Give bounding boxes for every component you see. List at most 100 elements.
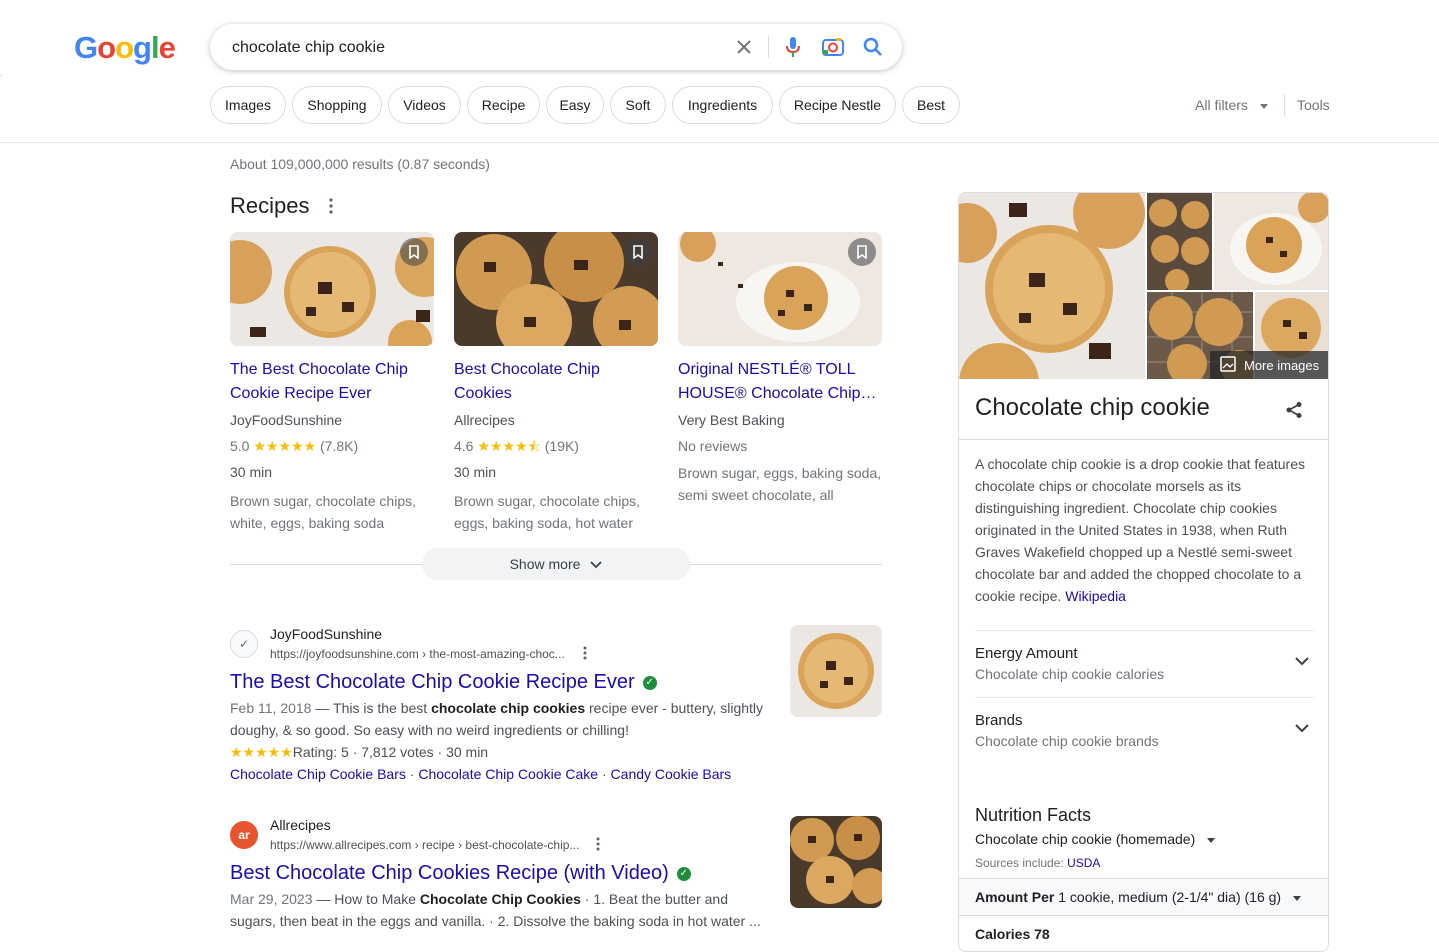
bookmark-icon[interactable] (624, 238, 652, 266)
chip-soft[interactable]: Soft (610, 86, 666, 124)
show-more-button[interactable]: Show more (422, 548, 690, 580)
result-options-icon[interactable] (582, 645, 588, 664)
search-input[interactable] (230, 24, 714, 72)
search-icon[interactable] (861, 35, 885, 59)
chip-easy[interactable]: Easy (546, 86, 604, 124)
result-snippet: Feb 11, 2018 — This is the best chocolat… (230, 697, 770, 741)
collage-image[interactable] (1147, 193, 1212, 290)
recipe-no-reviews: No reviews (678, 438, 748, 454)
collage-image[interactable] (1214, 193, 1328, 290)
collage-image[interactable] (959, 193, 1145, 379)
sitelink[interactable]: Candy Cookie Bars (611, 766, 732, 782)
chevron-down-icon[interactable] (1295, 720, 1309, 738)
recipe-source: JoyFoodSunshine (230, 412, 343, 428)
all-filters-button[interactable]: All filters (1195, 97, 1268, 113)
camera-lens-icon[interactable] (821, 35, 845, 59)
site-favicon-icon: ✓ (230, 630, 258, 658)
nutrition-item-select[interactable]: Chocolate chip cookie (homemade) (975, 831, 1216, 847)
chip-shopping[interactable]: Shopping (292, 86, 382, 124)
chevron-down-icon[interactable] (1295, 653, 1309, 671)
star-icons: ★★★★⯪ (477, 438, 541, 454)
snippet-text: — This is the best (311, 700, 432, 716)
logo-letter: o (97, 30, 116, 65)
recipes-heading: Recipes (230, 193, 310, 218)
result-date: Feb 11, 2018 (230, 700, 312, 716)
sitelinks: Chocolate Chip Cookie Bars · Chocolate C… (230, 766, 731, 782)
share-icon[interactable] (1285, 401, 1303, 424)
site-name[interactable]: JoyFoodSunshine (270, 626, 382, 642)
recipe-card[interactable]: Original NESTLÉ® TOLL HOUSE® Chocolate C… (678, 232, 882, 506)
site-url[interactable]: https://www.allrecipes.com › recipe › be… (270, 838, 579, 852)
recipe-source: Very Best Baking (678, 412, 785, 428)
image-icon (1220, 355, 1236, 375)
kp-row-label: Energy Amount (975, 645, 1078, 662)
result-thumbnail[interactable] (790, 625, 882, 717)
snippet-bold: chocolate chip cookies (431, 700, 586, 716)
chip-recipe-nestle[interactable]: Recipe Nestle (779, 86, 896, 124)
recipe-rating: 5.0 ★★★★★ (7.8K) (230, 438, 434, 454)
snippet-bold: Chocolate Chip Cookies (419, 891, 581, 907)
search-box[interactable] (210, 24, 902, 72)
usda-link[interactable]: USDA (1067, 856, 1100, 870)
site-name[interactable]: Allrecipes (270, 817, 331, 833)
amount-label: Amount Per (975, 889, 1055, 905)
recipe-image[interactable] (230, 232, 434, 346)
star-icons: ★★★★★ (230, 744, 293, 760)
separator: · (405, 766, 419, 782)
result-title-link[interactable]: The Best Chocolate Chip Cookie Recipe Ev… (230, 671, 657, 694)
recipe-title[interactable]: Best Chocolate Chip Cookies (454, 358, 658, 406)
kp-row-energy[interactable]: Energy Amount Chocolate chip cookie calo… (975, 645, 1315, 682)
more-images-label: More images (1244, 357, 1320, 373)
recipe-time: 30 min (230, 464, 273, 480)
bookmark-icon[interactable] (400, 238, 428, 266)
recipe-card[interactable]: Best Chocolate Chip Cookies Allrecipes 4… (454, 232, 658, 534)
amount-value: 1 cookie, medium (2-1/4" dia) (16 g) (1058, 889, 1282, 905)
recipe-ingredients: Brown sugar, eggs, baking soda, semi swe… (678, 465, 882, 503)
result-title: The Best Chocolate Chip Cookie Recipe Ev… (230, 671, 635, 693)
image-collage[interactable]: More images (959, 193, 1328, 379)
sitelink[interactable]: Chocolate Chip Cookie Bars (230, 766, 406, 782)
chip-ingredients[interactable]: Ingredients (672, 86, 773, 124)
recipe-source: Allrecipes (454, 412, 515, 428)
recipe-ingredients: Brown sugar, chocolate chips, eggs, baki… (454, 493, 640, 531)
logo-letter: e (158, 30, 176, 65)
chip-images[interactable]: Images (210, 86, 286, 124)
recipe-image[interactable] (678, 232, 882, 346)
recipe-card[interactable]: The Best Chocolate Chip Cookie Recipe Ev… (230, 232, 434, 534)
tools-button[interactable]: Tools (1297, 97, 1330, 113)
result-date: Mar 29, 2023 (230, 891, 313, 907)
caret-down-icon (1259, 103, 1268, 109)
result-thumbnail[interactable] (790, 816, 882, 908)
kp-title: Chocolate chip cookie (975, 394, 1210, 421)
bookmark-icon[interactable] (848, 238, 876, 266)
result-title-link[interactable]: Best Chocolate Chip Cookies Recipe (with… (230, 862, 691, 885)
kp-description: A chocolate chip cookie is a drop cookie… (975, 453, 1315, 607)
logo-letter: G (74, 30, 98, 65)
kp-row-divider (975, 697, 1315, 698)
favicon-glyph: ✓ (238, 637, 250, 651)
chip-best[interactable]: Best (902, 86, 960, 124)
wikipedia-link[interactable]: Wikipedia (1065, 588, 1126, 604)
clear-icon[interactable] (732, 35, 756, 59)
logo-letter: l (150, 30, 160, 65)
recipe-image[interactable] (454, 232, 658, 346)
more-images-button[interactable]: More images (1210, 351, 1328, 379)
recipe-title[interactable]: The Best Chocolate Chip Cookie Recipe Ev… (230, 358, 434, 406)
kp-row-brands[interactable]: Brands Chocolate chip cookie brands (975, 712, 1315, 749)
sitelink[interactable]: Chocolate Chip Cookie Cake (418, 766, 598, 782)
kp-row-sublabel: Chocolate chip cookie brands (975, 733, 1159, 749)
chip-recipe[interactable]: Recipe (467, 86, 540, 124)
serving-size-select[interactable]: Amount Per 1 cookie, medium (2-1/4" dia)… (959, 878, 1328, 916)
knowledge-panel: More images Chocolate chip cookie A choc… (958, 192, 1329, 952)
kp-row-divider (975, 630, 1315, 631)
result-stats: About 109,000,000 results (0.87 seconds) (230, 156, 490, 172)
google-logo[interactable]: Google (74, 30, 176, 66)
site-url[interactable]: https://joyfoodsunshine.com › the-most-a… (270, 647, 565, 661)
show-more-label: Show more (509, 556, 581, 572)
chip-videos[interactable]: Videos (388, 86, 461, 124)
result-options-icon[interactable] (595, 836, 601, 855)
recipe-time: 30 min (454, 464, 497, 480)
microphone-icon[interactable] (781, 35, 805, 59)
recipe-title[interactable]: Original NESTLÉ® TOLL HOUSE® Chocolate C… (678, 358, 882, 406)
more-options-icon[interactable] (323, 196, 339, 221)
